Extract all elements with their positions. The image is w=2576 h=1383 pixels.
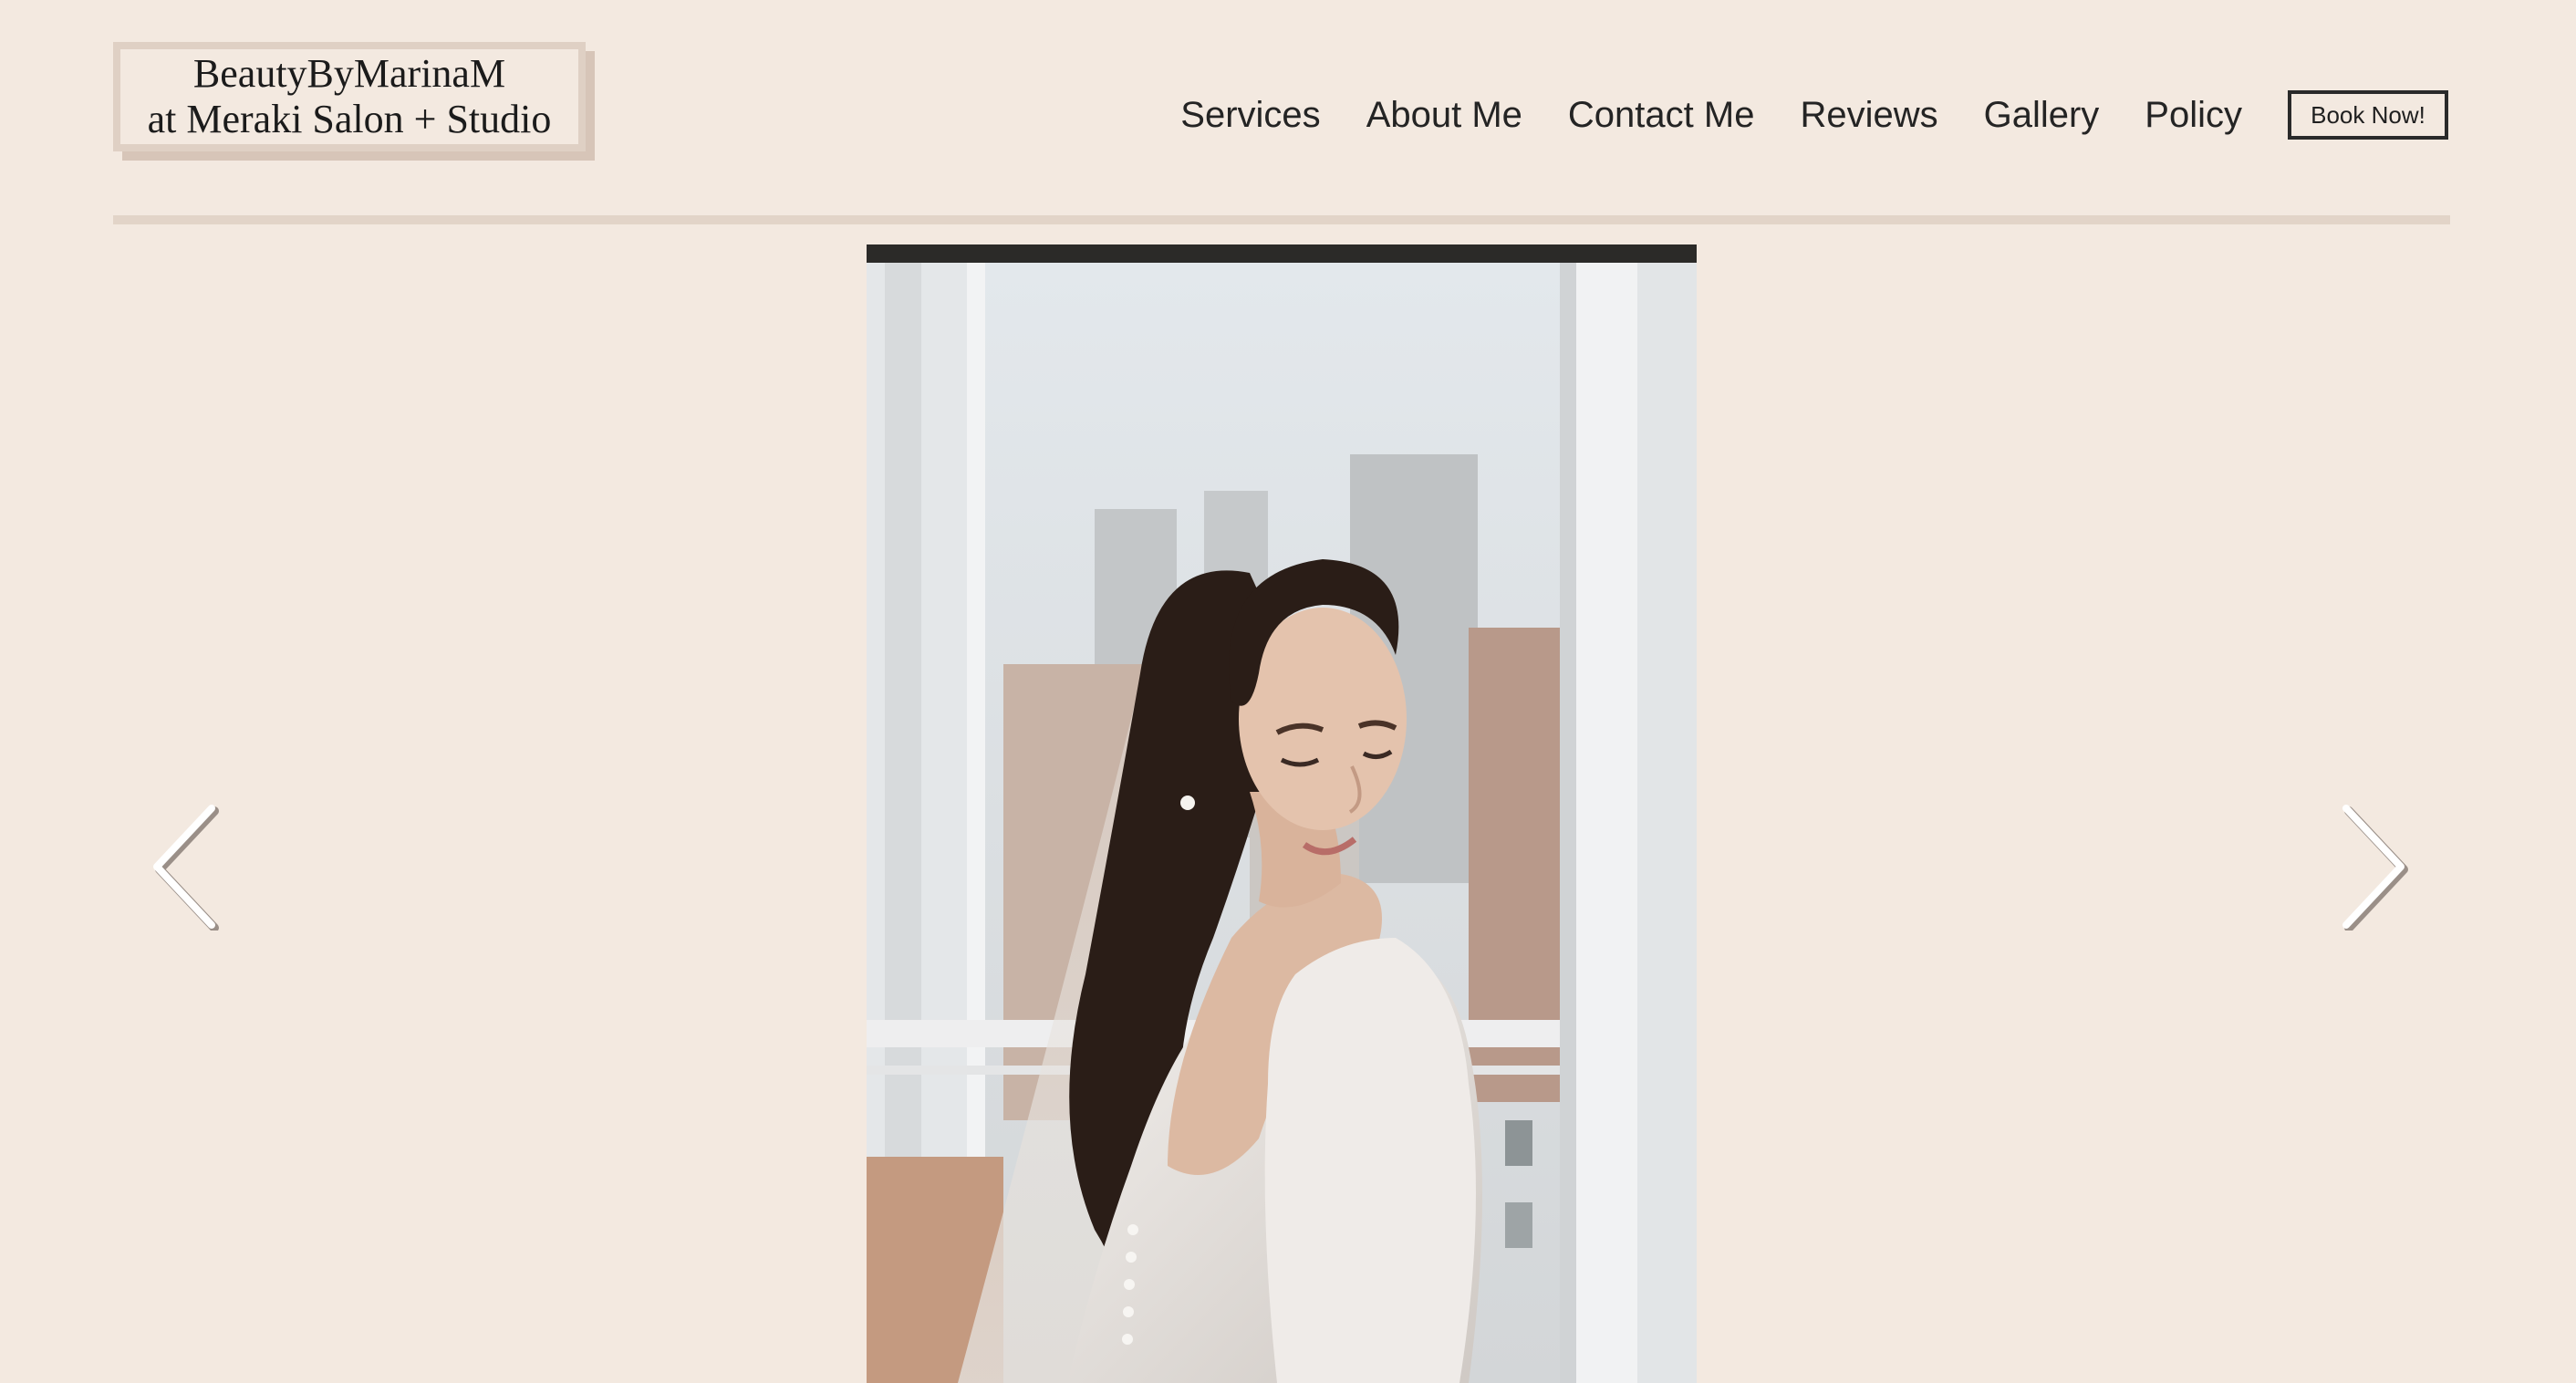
chevron-left-icon	[153, 805, 219, 932]
logo-line-2: at Meraki Salon + Studio	[147, 97, 552, 141]
site-logo[interactable]: BeautyByMarinaM at Meraki Salon + Studio	[113, 42, 595, 161]
main-nav: Services About Me Contact Me Reviews Gal…	[1180, 88, 2448, 142]
logo-box[interactable]: BeautyByMarinaM at Meraki Salon + Studio	[113, 42, 586, 151]
next-slide-button[interactable]	[2337, 803, 2410, 932]
bride-photo-illustration	[867, 244, 1697, 1383]
header-divider	[113, 215, 2450, 224]
nav-about-me[interactable]: About Me	[1366, 95, 1522, 136]
nav-policy[interactable]: Policy	[2145, 95, 2242, 136]
book-now-button[interactable]: Book Now!	[2288, 90, 2448, 140]
chevron-right-icon	[2342, 805, 2408, 932]
prev-slide-button[interactable]	[148, 803, 221, 932]
nav-reviews[interactable]: Reviews	[1800, 95, 1937, 136]
nav-services[interactable]: Services	[1180, 95, 1320, 136]
nav-contact-me[interactable]: Contact Me	[1568, 95, 1755, 136]
gallery-photo[interactable]	[867, 244, 1697, 1383]
logo-line-1: BeautyByMarinaM	[192, 51, 506, 96]
nav-gallery[interactable]: Gallery	[1984, 95, 2100, 136]
